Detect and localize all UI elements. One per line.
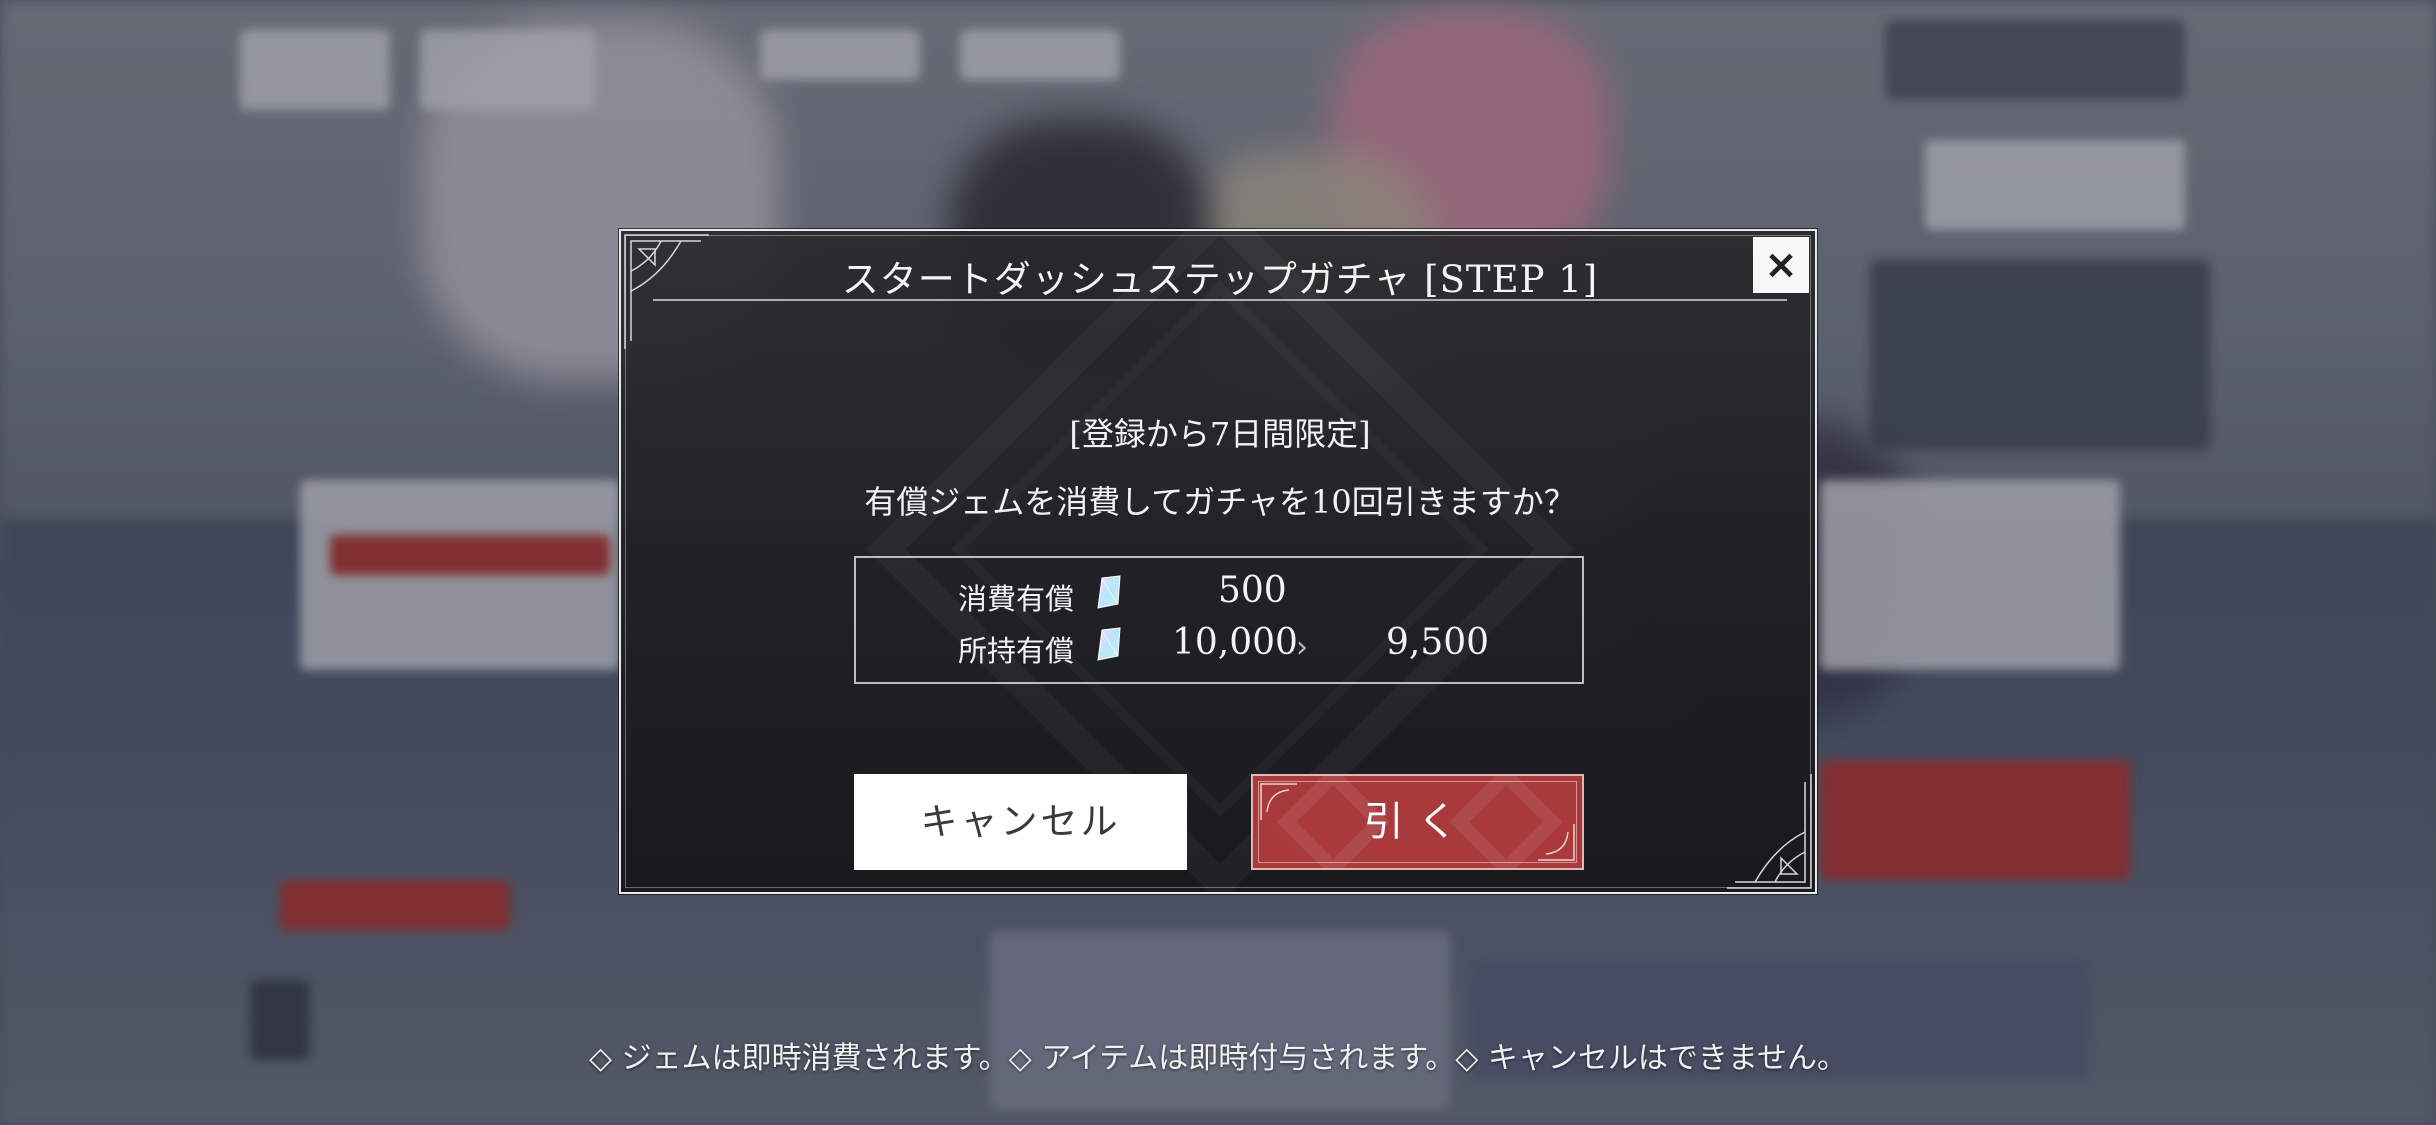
gem-icon (1097, 627, 1121, 661)
cost-row: 消費有償 500 (856, 568, 1582, 618)
corner-ornament-bottom-right (1727, 774, 1812, 889)
owned-label: 所持有償 (958, 634, 1075, 668)
corner-ornament-draw-right (1538, 824, 1575, 861)
draw-button[interactable]: 引く (1251, 774, 1584, 870)
limited-period-note: [登録から7日間限定] (1069, 415, 1371, 453)
draw-button-label: 引く (1363, 799, 1472, 845)
corner-ornament-draw-left (1260, 783, 1297, 820)
title-divider (653, 299, 1787, 301)
close-button[interactable]: × (1753, 237, 1809, 293)
gacha-confirm-dialog: スタートダッシュステップガチャ [STEP 1] × [登録から7日間限定] 有… (618, 228, 1818, 895)
chevron-right-icon: › (1296, 630, 1308, 665)
gem-icon (1097, 575, 1121, 609)
footer-notice: ◇ ジェムは即時消費されます。◇ アイテムは即時付与されます。◇ キャンセルはで… (589, 1041, 1847, 1076)
confirm-question: 有償ジェムを消費してガチャを10回引きますか？ (864, 483, 1576, 521)
owned-before-value: 10,000 (1172, 622, 1298, 663)
dialog-title: スタートダッシュステップガチャ [STEP 1] (841, 258, 1599, 301)
decorative-diamond-inner (951, 280, 1488, 817)
cost-label: 消費有償 (958, 582, 1075, 616)
cancel-button[interactable]: キャンセル (854, 774, 1187, 870)
cost-summary-box: 消費有償 500 所持有償 10,000 › 9,500 (854, 556, 1584, 684)
cost-value: 500 (1218, 570, 1287, 611)
owned-after-value: 9,500 (1386, 622, 1490, 663)
owned-row: 所持有償 10,000 › 9,500 (856, 620, 1582, 670)
